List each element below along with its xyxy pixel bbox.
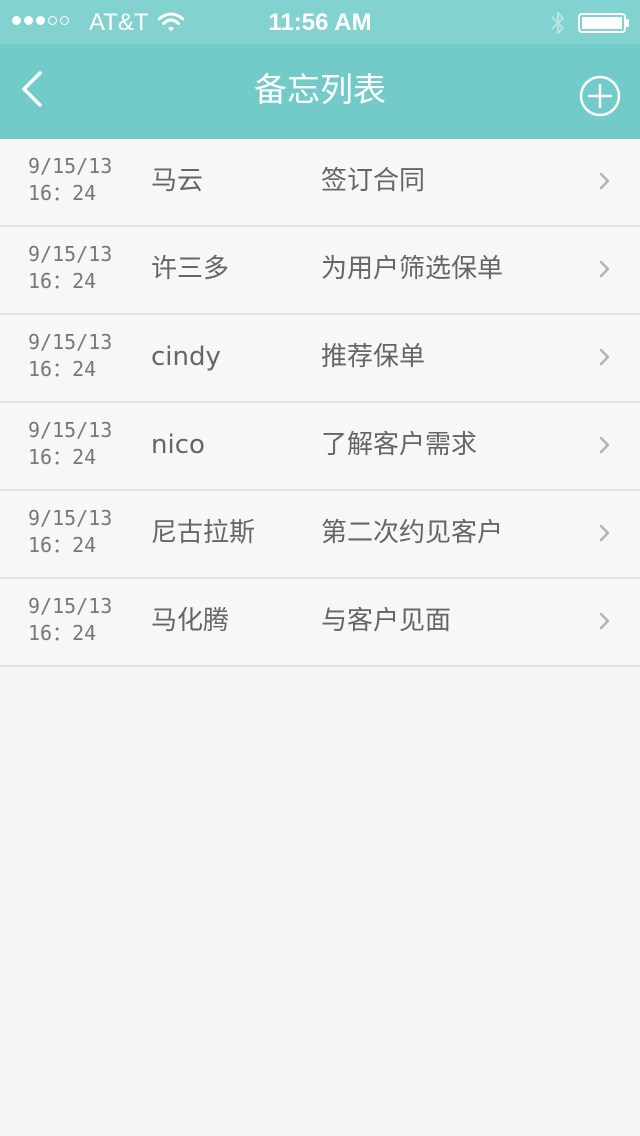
- memo-contact-name: nico: [151, 430, 205, 460]
- memo-task: 了解客户需求: [321, 430, 478, 460]
- memo-time: 16：24: [28, 357, 97, 381]
- memo-row[interactable]: 9/15/13 16：24 许三多 为用户筛选保单: [0, 227, 640, 315]
- memo-time: 16：24: [28, 181, 97, 205]
- chevron-right-icon: [599, 524, 610, 542]
- memo-date: 9/15/13: [28, 242, 113, 266]
- memo-date: 9/15/13: [28, 418, 113, 442]
- status-bar: AT&T 11:56 AM: [0, 0, 640, 44]
- memo-time: 16：24: [28, 269, 97, 293]
- memo-row[interactable]: 9/15/13 16：24 马云 签订合同: [0, 139, 640, 227]
- memo-task: 与客户见面: [321, 606, 452, 636]
- memo-time: 16：24: [28, 533, 97, 557]
- chevron-right-icon: [599, 260, 610, 278]
- memo-task: 签订合同: [321, 166, 426, 196]
- memo-contact-name: 尼古拉斯: [151, 518, 256, 548]
- memo-row[interactable]: 9/15/13 16：24 尼古拉斯 第二次约见客户: [0, 491, 640, 579]
- memo-list: 9/15/13 16：24 马云 签订合同 9/15/13 16：24 许三多 …: [0, 139, 640, 667]
- memo-date: 9/15/13: [28, 506, 113, 530]
- memo-date: 9/15/13: [28, 594, 113, 618]
- memo-contact-name: 许三多: [151, 254, 230, 284]
- memo-row[interactable]: 9/15/13 16：24 nico 了解客户需求: [0, 403, 640, 491]
- memo-datetime: 9/15/13 16：24: [28, 329, 112, 383]
- memo-datetime: 9/15/13 16：24: [28, 241, 112, 295]
- memo-date: 9/15/13: [28, 154, 113, 178]
- memo-task: 为用户筛选保单: [321, 254, 504, 284]
- memo-datetime: 9/15/13 16：24: [28, 153, 112, 207]
- memo-contact-name: 马云: [151, 166, 204, 196]
- page-title: 备忘列表: [254, 70, 386, 109]
- battery-icon: [578, 13, 629, 33]
- memo-contact-name: 马化腾: [151, 606, 230, 636]
- memo-row[interactable]: 9/15/13 16：24 cindy 推荐保单: [0, 315, 640, 403]
- memo-task: 推荐保单: [321, 342, 426, 372]
- memo-row[interactable]: 9/15/13 16：24 马化腾 与客户见面: [0, 579, 640, 667]
- add-memo-button[interactable]: [578, 74, 622, 118]
- memo-datetime: 9/15/13 16：24: [28, 417, 112, 471]
- status-time: 11:56 AM: [268, 9, 372, 36]
- navigation-bar: 备忘列表: [0, 44, 640, 139]
- chevron-right-icon: [599, 612, 610, 630]
- memo-datetime: 9/15/13 16：24: [28, 505, 112, 559]
- memo-time: 16：24: [28, 621, 97, 645]
- chevron-right-icon: [599, 172, 610, 190]
- plus-circle-icon: [579, 75, 621, 117]
- chevron-right-icon: [599, 348, 610, 366]
- memo-time: 16：24: [28, 445, 97, 469]
- memo-contact-name: cindy: [151, 342, 221, 372]
- bluetooth-icon: [551, 12, 564, 34]
- memo-date: 9/15/13: [28, 330, 113, 354]
- memo-datetime: 9/15/13 16：24: [28, 593, 112, 647]
- memo-task: 第二次约见客户: [321, 518, 504, 548]
- chevron-right-icon: [599, 436, 610, 454]
